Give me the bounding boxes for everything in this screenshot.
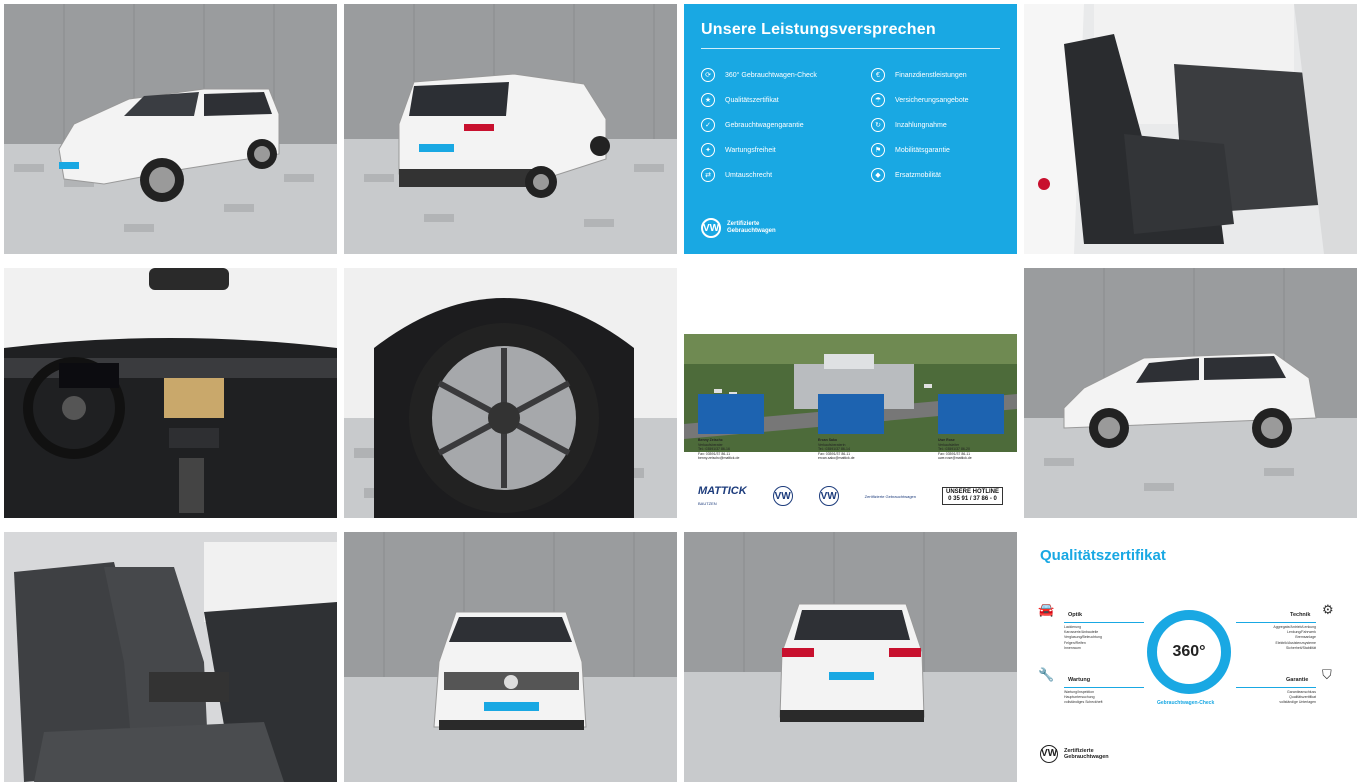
photo-gallery: Unsere Leistungsversprechen ⟳ 360° Gebrau…	[0, 0, 1365, 782]
promise-item: ⟳ 360° Gebrauchtwagen-Check	[701, 68, 817, 82]
promise-item: ◆ Ersatzmobilität	[871, 168, 941, 182]
promise-item: ⚑ Mobilitätsgarantie	[871, 143, 950, 157]
hotline-title: UNSERE HOTLINE	[945, 489, 999, 495]
photo-rear[interactable]	[684, 532, 1017, 782]
cockpit-image	[4, 268, 337, 518]
technik-list: Aggregate/Antrieb/Lenkung Lenkung/Fahrwer…	[1273, 625, 1316, 650]
shield-check-icon: ⛉	[1322, 667, 1332, 682]
wartung-list: Wartung/Inspektion Hauptuntersuchung volls…	[1064, 690, 1103, 705]
photo-rear-seats[interactable]	[4, 532, 337, 782]
vw-logo-icon: VW	[772, 486, 793, 506]
suv-front-image	[4, 4, 337, 254]
staff-photo	[818, 394, 884, 434]
technik-label: Technik	[1290, 612, 1311, 618]
car-optics-icon: 🚘	[1038, 602, 1055, 617]
ring-caption: Gebrauchtwagen-Check	[1157, 700, 1215, 706]
trade-in-icon: ↻	[871, 118, 885, 132]
finance-icon: €	[871, 68, 885, 82]
promise-item: ↻ Inzahlungnahme	[871, 118, 947, 132]
garantie-label: Garantie	[1286, 677, 1309, 683]
quality-title: Qualitätszertifikat	[1040, 547, 1166, 564]
check-360-icon: ⟳	[701, 68, 715, 82]
promise-item: ☂ Versicherungsangebote	[871, 93, 969, 107]
promise-item: ✓ Gebrauchtwagengarantie	[701, 118, 804, 132]
photo-front-seats[interactable]	[1024, 4, 1357, 254]
promise-item: ⇄ Umtauschrecht	[701, 168, 772, 182]
engine-icon: ⚙	[1322, 602, 1334, 617]
mattick-logo: MATTICK BAUTZEN	[698, 484, 747, 506]
photo-rear-three-quarter[interactable]	[344, 4, 677, 254]
rear-seats-image	[4, 532, 337, 782]
dealer-logos: MATTICK BAUTZEN VW VW Zertifizierte Gebr…	[698, 480, 1003, 512]
optik-list: Lackierung Karosserie/Anbauteile Verglasun…	[1064, 625, 1102, 650]
promise-panel[interactable]: Unsere Leistungsversprechen ⟳ 360° Gebrau…	[684, 4, 1017, 254]
garantie-line	[1236, 687, 1316, 688]
promise-item: ✦ Wartungsfreiheit	[701, 143, 776, 157]
certificate-icon: ★	[701, 93, 715, 107]
interior-front-seats-image	[1024, 4, 1357, 254]
check-360-ring: 360°	[1147, 610, 1231, 694]
photo-cockpit[interactable]	[4, 268, 337, 518]
photo-side[interactable]	[1024, 268, 1357, 518]
vw-certified-badge: VW Zertifizierte Gebrauchtwagen	[701, 218, 776, 238]
staff-card: Benny Zeischc Verkaufsberater Tel.: 0359…	[698, 394, 768, 461]
insurance-icon: ☂	[871, 93, 885, 107]
vw-logo-icon: VW	[818, 486, 839, 506]
mobility-icon: ⚑	[871, 143, 885, 157]
promise-item: € Finanzdienstleistungen	[871, 68, 967, 82]
quality-certificate-panel[interactable]: Qualitätszertifikat 🚘 Optik Lackierung Ka…	[1024, 532, 1357, 782]
certified-used-cars-label: Zertifizierte Gebrauchtwagen	[864, 493, 916, 499]
exchange-icon: ⇄	[701, 168, 715, 182]
shield-icon: ✓	[701, 118, 715, 132]
staff-card: Ercan Sako Verkaufsberaterin Tel.: 03591…	[818, 394, 888, 461]
garantie-list: Garantieanschluss Qualitätszertifikat voll…	[1279, 690, 1316, 705]
vw-certified-badge: VW Zertifizierte Gebrauchtwagen	[1040, 745, 1109, 763]
brand-line-2: Gebrauchtwagen	[727, 228, 776, 234]
suv-front-straight-image	[344, 532, 677, 782]
photo-front-three-quarter[interactable]	[4, 4, 337, 254]
optik-line	[1064, 622, 1144, 623]
wrench-icon: ✦	[701, 143, 715, 157]
staff-photo	[698, 394, 764, 434]
vw-logo-icon: VW	[1040, 745, 1058, 763]
suv-side-image	[1024, 268, 1357, 518]
promise-title: Unsere Leistungsversprechen	[701, 21, 936, 38]
brand-line-1: Zertifizierte	[727, 221, 760, 227]
promise-divider	[701, 48, 1000, 49]
suv-rear-straight-image	[684, 532, 1017, 782]
vw-logo-icon: VW	[701, 218, 721, 238]
promise-item: ★ Qualitätszertifikat	[701, 93, 779, 107]
photo-wheel[interactable]	[344, 268, 677, 518]
service-icon: 🔧	[1038, 667, 1055, 682]
hotline-number: 0 35 91 / 37 86 - 0	[948, 496, 997, 502]
staff-photo	[938, 394, 1004, 434]
photo-front[interactable]	[344, 532, 677, 782]
staff-card: Uwe Rose Verkaufsleiter Tel.: 03591/37 8…	[938, 394, 1008, 461]
wartung-line	[1064, 687, 1144, 688]
dealer-panel[interactable]: Benny Zeischc Verkaufsberater Tel.: 0359…	[684, 268, 1017, 518]
suv-rear-image	[344, 4, 677, 254]
optik-label: Optik	[1068, 612, 1083, 618]
hotline-box[interactable]: UNSERE HOTLINE 0 35 91 / 37 86 - 0	[941, 487, 1003, 505]
car-icon: ◆	[871, 168, 885, 182]
technik-line	[1236, 622, 1316, 623]
wheel-closeup-image	[344, 268, 677, 518]
wartung-label: Wartung	[1068, 677, 1091, 683]
